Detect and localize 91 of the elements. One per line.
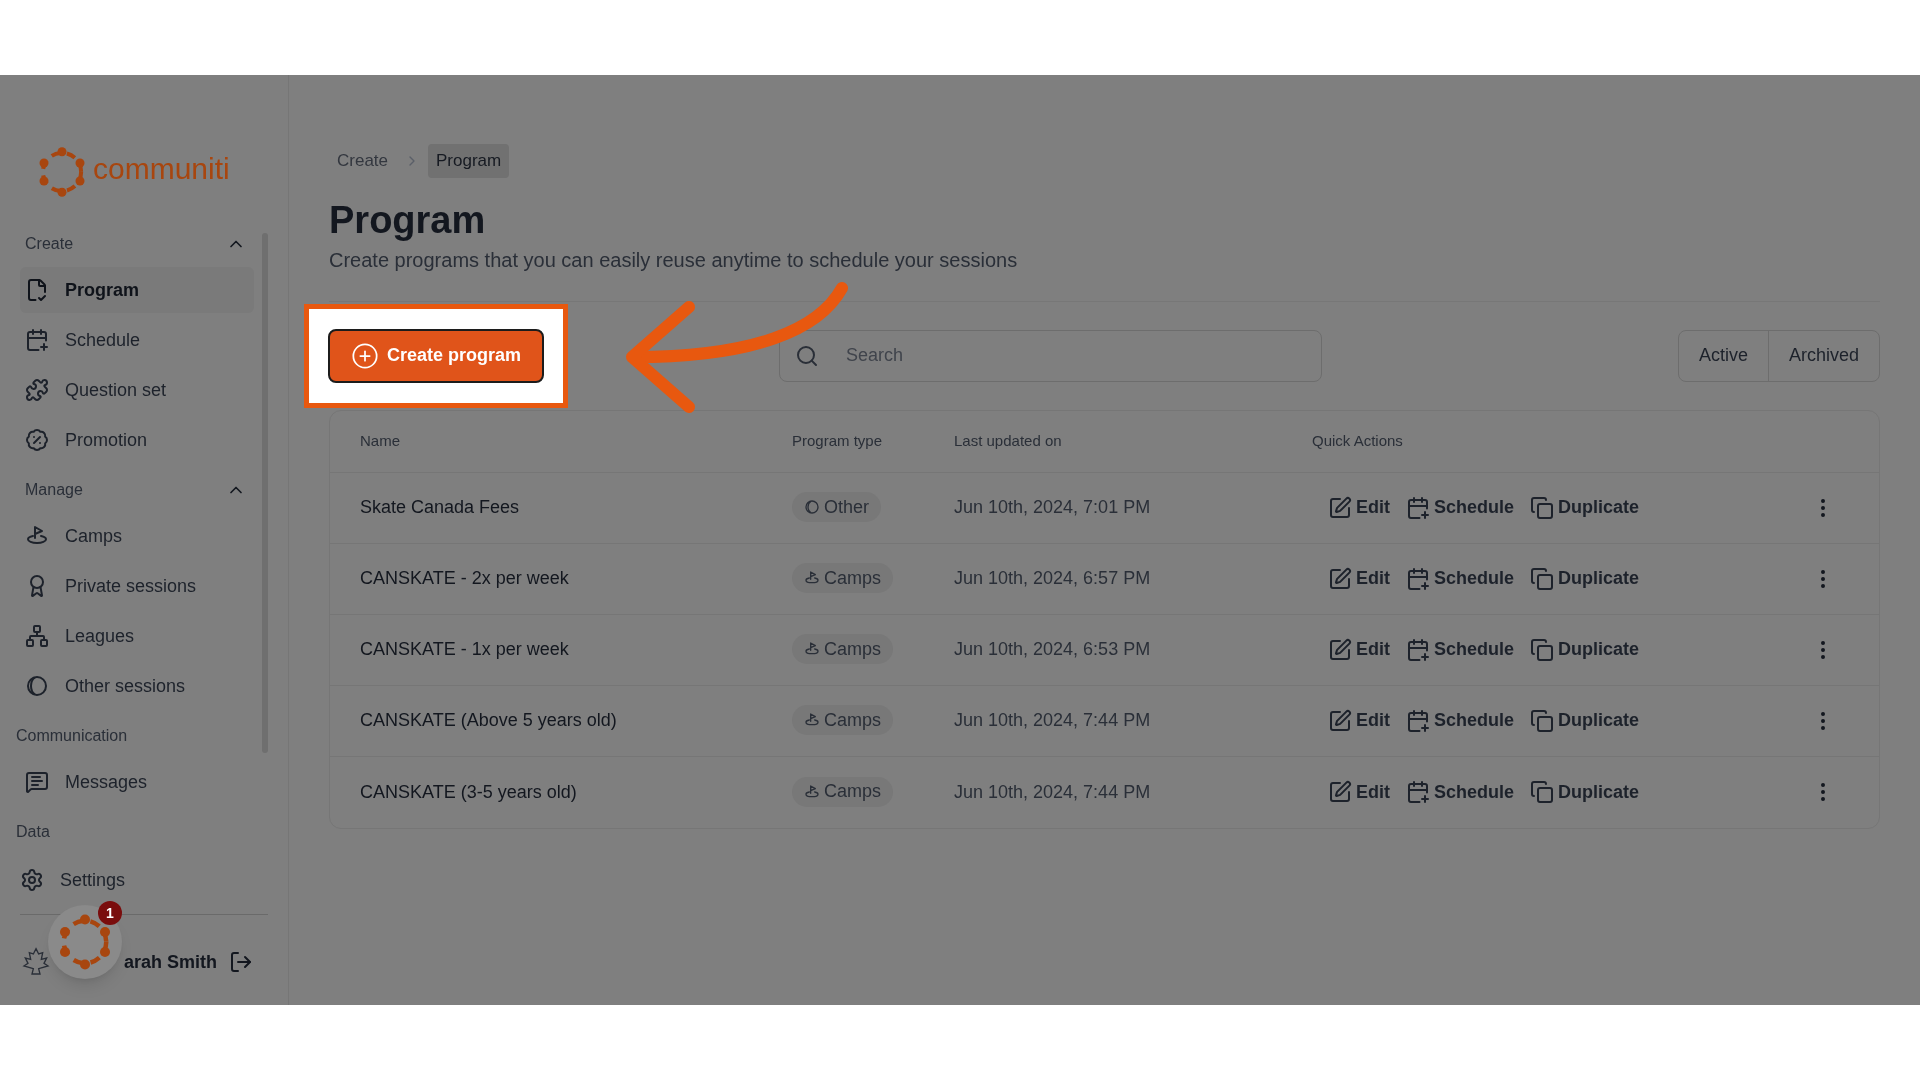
nav-item[interactable]: Camps	[20, 513, 254, 559]
section-heading: Data	[16, 822, 50, 842]
notification-badge: 1	[98, 901, 122, 925]
logout-icon[interactable]	[229, 950, 254, 974]
nav-item[interactable]: Schedule	[20, 317, 254, 363]
updated-date: Jun 10th, 2024, 6:57 PM	[954, 567, 1152, 590]
calendar-plus-icon	[1406, 780, 1430, 804]
message-icon	[25, 770, 49, 794]
page-subtitle: Create programs that you can easily reuse anytime to schedule your sessions	[329, 247, 1019, 273]
page-title: Program	[329, 198, 487, 243]
breadcrumb-item[interactable]: Program	[428, 144, 510, 178]
quick-action-button[interactable]: Edit	[1328, 778, 1390, 806]
camp-icon	[804, 641, 820, 657]
user-name: arah Smith	[124, 950, 218, 974]
edit-icon	[1328, 495, 1352, 520]
calendar-plus-icon	[1406, 566, 1430, 591]
edit-icon	[1328, 780, 1352, 804]
camp-icon	[804, 570, 820, 586]
search-field[interactable]: Search	[779, 329, 1322, 382]
edit-icon	[1328, 566, 1352, 591]
camp-icon	[804, 783, 820, 800]
program-type-tag: Camps	[792, 563, 893, 593]
updated-date: Jun 10th, 2024, 7:44 PM	[954, 709, 1152, 732]
quick-action-button[interactable]: Schedule	[1406, 778, 1515, 806]
create-program-button[interactable]: Create program	[328, 328, 544, 383]
quick-action-button[interactable]: Duplicate	[1530, 707, 1640, 734]
quick-action-button[interactable]: Edit	[1328, 707, 1390, 734]
program-type-tag: Camps	[792, 776, 893, 807]
settings-item[interactable]: Settings	[20, 858, 268, 902]
program-type-tag: Camps	[792, 705, 893, 735]
settings-icon	[20, 868, 44, 892]
program-name: CANSKATE - 2x per week	[360, 567, 570, 590]
copy-icon	[1530, 566, 1555, 591]
copy-icon	[1530, 708, 1555, 733]
puzzle-icon	[25, 378, 49, 402]
quick-action-button[interactable]: Duplicate	[1530, 636, 1640, 663]
quick-action-button[interactable]: Edit	[1328, 494, 1390, 521]
document-check-icon	[25, 278, 49, 302]
column-header: Last updated on	[954, 430, 1063, 451]
section-heading: Communication	[16, 726, 128, 746]
calendar-plus-icon	[1406, 495, 1430, 520]
column-header: Program type	[792, 430, 884, 451]
quick-action-button[interactable]: Edit	[1328, 565, 1390, 592]
search-icon	[795, 343, 819, 368]
updated-date: Jun 10th, 2024, 7:01 PM	[954, 496, 1152, 519]
updated-date: Jun 10th, 2024, 6:53 PM	[954, 638, 1152, 661]
program-name: Skate Canada Fees	[360, 496, 521, 519]
quick-action-button[interactable]: Duplicate	[1530, 565, 1640, 592]
camp-icon	[804, 712, 820, 728]
program-type-tag: Other	[792, 492, 882, 522]
updated-date: Jun 10th, 2024, 7:44 PM	[954, 780, 1152, 804]
section-heading: Create	[24, 234, 74, 254]
calendar-plus-icon	[1406, 637, 1430, 662]
nav-item[interactable]: Leagues	[20, 613, 254, 659]
nav-item[interactable]: Program	[20, 267, 254, 313]
hierarchy-icon	[25, 624, 49, 648]
filter-tab[interactable]: Active	[1678, 330, 1768, 381]
program-name: CANSKATE - 1x per week	[360, 638, 570, 661]
copy-icon	[1530, 637, 1555, 662]
half-circle-icon	[804, 499, 820, 515]
quick-action-button[interactable]: Duplicate	[1530, 778, 1640, 806]
program-type-tag: Camps	[792, 634, 893, 664]
nav-item[interactable]: Messages	[20, 759, 254, 805]
copy-icon	[1530, 780, 1555, 804]
breadcrumb-item[interactable]: Create	[329, 144, 397, 178]
plus-circle-icon	[350, 341, 379, 370]
nav-item[interactable]: Private sessions	[20, 563, 254, 609]
maple-leaf-icon	[20, 946, 52, 978]
filter-tab[interactable]: Archived	[1767, 330, 1879, 381]
brand-name: communiti	[93, 150, 230, 187]
quick-action-button[interactable]: Schedule	[1406, 707, 1515, 734]
column-header: Quick Actions	[1312, 430, 1404, 451]
quick-action-button[interactable]: Schedule	[1406, 565, 1515, 592]
half-circle-icon	[25, 674, 49, 698]
section-heading: Manage	[24, 480, 83, 500]
edit-icon	[1328, 637, 1352, 662]
column-header: Name	[360, 430, 401, 451]
percent-icon	[25, 428, 49, 452]
program-name: CANSKATE (Above 5 years old)	[360, 709, 618, 732]
nav-item[interactable]: Question set	[20, 367, 254, 413]
calendar-plus-icon	[25, 328, 49, 352]
quick-action-button[interactable]: Schedule	[1406, 636, 1515, 663]
calendar-plus-icon	[1406, 708, 1430, 733]
nav-item[interactable]: Other sessions	[20, 663, 254, 709]
quick-action-button[interactable]: Schedule	[1406, 494, 1515, 521]
edit-icon	[1328, 708, 1352, 733]
nav-item[interactable]: Promotion	[20, 417, 254, 463]
program-name: CANSKATE (3-5 years old)	[360, 780, 578, 804]
copy-icon	[1530, 495, 1555, 520]
quick-action-button[interactable]: Edit	[1328, 636, 1390, 663]
quick-action-button[interactable]: Duplicate	[1530, 494, 1640, 521]
